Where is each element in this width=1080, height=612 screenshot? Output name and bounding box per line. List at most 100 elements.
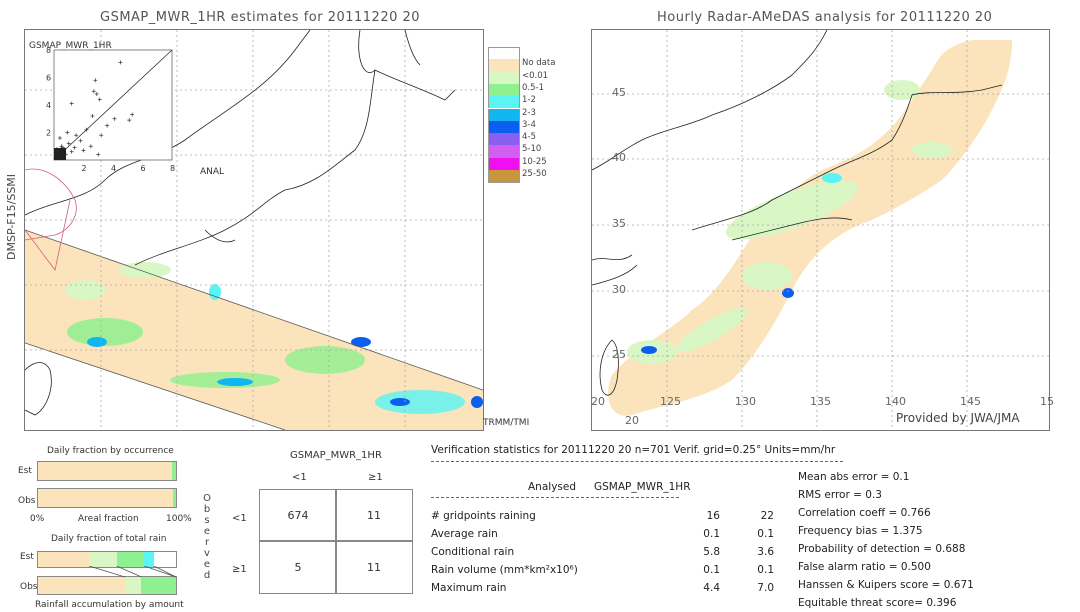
left-map: GSMAP_MWR_1HR 22446688 ANAL	[24, 29, 484, 431]
observed-letter: O	[203, 493, 211, 504]
occurrence-est-bar	[37, 461, 177, 481]
stat-analysed-value: 5.8	[703, 546, 720, 558]
observed-letter: d	[203, 570, 211, 581]
right-map-canvas	[592, 30, 1049, 430]
longitude-tick: 20	[591, 395, 605, 408]
legend-swatch	[488, 108, 520, 121]
occurrence-obs-bar	[37, 488, 177, 508]
legend-label: 10-25	[522, 156, 547, 167]
longitude-tick: 140	[885, 395, 906, 408]
legend-swatch	[488, 120, 520, 134]
bar-segment	[38, 462, 172, 480]
legend-swatch	[488, 145, 520, 158]
bar-empty	[153, 552, 176, 567]
scatter-dense-cluster	[54, 148, 66, 160]
longitude-tick: 15	[1040, 395, 1054, 408]
stat-model-value: 3.6	[757, 546, 774, 558]
total-rain-est-label: Est	[20, 552, 34, 562]
legend-swatch	[488, 96, 520, 109]
radar-coverage	[608, 40, 1012, 416]
total-rain-title: Daily fraction of total rain	[51, 534, 167, 544]
latitude-tick: 20	[625, 414, 639, 427]
contingency-row-header: ≥1	[232, 564, 247, 575]
legend-label: 1-2	[522, 95, 536, 106]
scatter-x-tick: 8	[170, 164, 175, 173]
legend-label: 3-4	[522, 119, 536, 130]
legend-swatch	[488, 59, 520, 72]
contingency-observed-label: Observed	[201, 493, 213, 581]
header-divider	[431, 461, 843, 462]
rain-patch	[822, 173, 842, 183]
rain-patch	[119, 262, 171, 278]
longitude-tick: 130	[735, 395, 756, 408]
data-credit: Provided by JWA/JMA	[896, 411, 1020, 425]
score-item: Frequency bias = 1.375	[798, 525, 923, 537]
stat-label: Maximum rain	[431, 582, 507, 594]
scatter-inset: 2 2 4 4 6 6 8 8	[46, 46, 175, 173]
verification-header: Verification statistics for 20111220 20 …	[431, 444, 836, 456]
scatter-x-tick: 6	[141, 164, 146, 173]
occurrence-axis-left: 0%	[30, 514, 45, 524]
longitude-tick: 135	[810, 395, 831, 408]
rain-patch	[351, 337, 371, 347]
latitude-tick: 35	[612, 217, 626, 230]
contingency-col-header: ≥1	[368, 472, 383, 483]
stat-model-value: 0.1	[757, 564, 774, 576]
score-item: Correlation coeff = 0.766	[798, 507, 931, 519]
rain-patch	[390, 398, 410, 406]
contingency-row-header: <1	[232, 513, 247, 524]
legend-label: No data	[522, 58, 556, 69]
legend-label: 0.5-1	[522, 82, 544, 93]
stat-model-value: 7.0	[757, 582, 774, 594]
stat-analysed-value: 0.1	[703, 528, 720, 540]
score-item: Hanssen & Kuipers score = 0.671	[798, 579, 974, 591]
observed-letter: e	[203, 526, 211, 537]
legend-swatch	[488, 157, 520, 170]
stat-label: Average rain	[431, 528, 498, 540]
score-item: Probability of detection = 0.688	[798, 543, 966, 555]
score-item: Mean abs error = 0.1	[798, 471, 910, 483]
bar-segment	[141, 577, 176, 594]
legend-label: 25-50	[522, 169, 547, 179]
observed-letter: s	[204, 515, 210, 526]
observed-letter: e	[203, 559, 211, 570]
stat-model-value: 0.1	[757, 528, 774, 540]
bar-segment	[38, 577, 125, 594]
contingency-cell: 674	[259, 489, 337, 542]
rain-patch	[641, 346, 657, 354]
stat-label: Conditional rain	[431, 546, 515, 558]
col-analysed-label: Analysed	[528, 481, 576, 493]
scatter-x-tick: 4	[111, 164, 116, 173]
legend-swatch	[488, 47, 520, 61]
scatter-y-tick: 2	[46, 129, 51, 138]
total-rain-footer: Rainfall accumulation by amount	[35, 600, 184, 610]
legend-swatch	[488, 170, 520, 184]
rain-patch	[912, 142, 952, 158]
legend-swatch	[488, 133, 520, 146]
occurrence-est-label: Est	[18, 466, 32, 476]
stat-model-value: 22	[760, 510, 774, 522]
bar-segment	[124, 577, 142, 594]
scatter-y-tick: 6	[46, 74, 51, 83]
latitude-tick: 45	[612, 86, 626, 99]
scatter-y-tick: 8	[46, 46, 51, 55]
bar-segment	[38, 552, 90, 567]
rain-patch	[65, 280, 105, 300]
left-map-title: GSMAP_MWR_1HR estimates for 20111220 20	[100, 10, 421, 25]
connector-line	[144, 566, 177, 578]
legend-label: 4-5	[522, 132, 536, 143]
score-item: RMS error = 0.3	[798, 489, 882, 501]
col-model-label: GSMAP_MWR_1HR	[594, 481, 691, 493]
legend-label: <0.01	[522, 70, 549, 81]
rain-patch	[742, 262, 792, 290]
stat-label: Rain volume (mm*km²x10⁶)	[431, 564, 578, 576]
score-item: False alarm ratio = 0.500	[798, 561, 931, 573]
rain-patch	[782, 288, 794, 298]
rain-patch	[375, 390, 465, 414]
bar-segment	[171, 462, 176, 480]
observed-letter: r	[204, 537, 210, 548]
rain-patch	[884, 80, 920, 100]
occurrence-axis-label: Areal fraction	[78, 514, 139, 524]
legend-swatch	[488, 71, 520, 84]
latitude-tick: 30	[612, 283, 626, 296]
